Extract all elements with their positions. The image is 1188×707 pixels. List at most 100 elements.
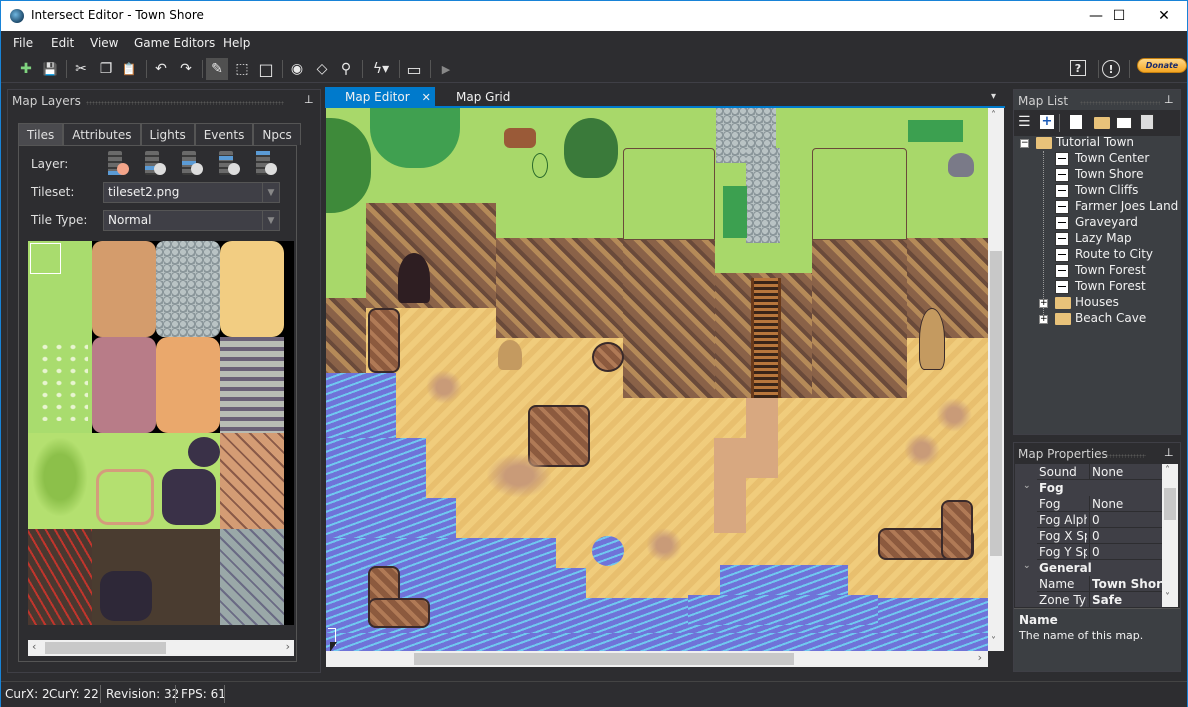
rectangle-tool-icon[interactable]: □ bbox=[255, 58, 277, 80]
new-map-icon[interactable]: ✚ bbox=[15, 58, 37, 80]
rename-icon[interactable] bbox=[1116, 117, 1132, 129]
tree-map-town-cliffs[interactable]: Town Cliffs bbox=[1075, 183, 1138, 199]
scroll-down-icon[interactable]: ˅ bbox=[1165, 592, 1170, 603]
pin-icon[interactable]: ⊥ bbox=[1164, 93, 1174, 106]
menu-view[interactable]: View bbox=[90, 36, 118, 50]
property-row-fog[interactable]: Fog None bbox=[1037, 496, 1162, 512]
screenshot-icon[interactable]: ▭ bbox=[403, 58, 425, 80]
property-category-fog[interactable]: ⌄ Fog bbox=[1015, 480, 1162, 496]
tab-tiles[interactable]: Tiles bbox=[18, 123, 64, 145]
map-canvas[interactable] bbox=[326, 108, 988, 651]
layer-button-fringe2[interactable] bbox=[253, 151, 279, 179]
property-row-fog-y-speed[interactable]: Fog Y Speed 0 bbox=[1037, 544, 1162, 560]
pen-tool-icon[interactable]: ✎ bbox=[206, 58, 228, 80]
collapse-icon[interactable]: − bbox=[1020, 139, 1029, 148]
play-icon[interactable]: ▶ bbox=[435, 58, 457, 80]
properties-vscrollbar[interactable]: ˄ ˅ bbox=[1162, 464, 1178, 607]
tile-brick[interactable] bbox=[220, 337, 284, 433]
menu-help[interactable]: Help bbox=[223, 36, 250, 50]
scroll-left-icon[interactable]: ‹ bbox=[32, 640, 36, 653]
eraser-tool-icon[interactable]: ◇ bbox=[311, 58, 333, 80]
property-row-fog-alpha[interactable]: Fog Alpha 0 bbox=[1037, 512, 1162, 528]
tab-map-grid[interactable]: Map Grid bbox=[436, 87, 526, 107]
layer-button-ground[interactable] bbox=[105, 151, 131, 179]
tile-grass-ring[interactable] bbox=[96, 469, 154, 525]
tileset-hscrollbar[interactable]: ‹ › bbox=[28, 640, 294, 656]
eyedropper-tool-icon[interactable]: ⚲ bbox=[335, 58, 357, 80]
tile-flowers[interactable] bbox=[38, 341, 88, 421]
folder-icon[interactable] bbox=[1094, 117, 1110, 129]
menu-game-editors[interactable]: Game Editors bbox=[134, 36, 215, 50]
selection-tool-icon[interactable]: ⬚ bbox=[231, 58, 253, 80]
scroll-thumb[interactable] bbox=[990, 251, 1002, 556]
tile-lava[interactable] bbox=[28, 529, 92, 625]
property-value[interactable]: None bbox=[1089, 496, 1162, 511]
tree-map-route-to-city[interactable]: Route to City bbox=[1075, 247, 1153, 263]
redo-icon[interactable]: ↷ bbox=[175, 58, 197, 80]
scroll-up-icon[interactable]: ˄ bbox=[991, 110, 996, 121]
tile-hole-small[interactable] bbox=[188, 437, 220, 467]
menu-file[interactable]: File bbox=[13, 36, 33, 50]
tab-events[interactable]: Events bbox=[194, 123, 254, 145]
expand-icon[interactable]: + bbox=[1039, 299, 1048, 308]
tile-cobble[interactable] bbox=[220, 433, 284, 529]
save-icon[interactable]: 💾 bbox=[39, 58, 61, 80]
tree-map-town-center[interactable]: Town Center bbox=[1075, 151, 1149, 167]
tile-type-select[interactable]: Normal ▼ bbox=[103, 210, 280, 231]
scroll-thumb[interactable] bbox=[1164, 488, 1176, 520]
tile-grey-cobble[interactable] bbox=[220, 529, 284, 625]
scroll-thumb[interactable] bbox=[45, 642, 166, 654]
property-value[interactable]: None bbox=[1089, 464, 1162, 479]
property-value[interactable]: Town Shore bbox=[1089, 576, 1162, 591]
property-value[interactable]: Safe bbox=[1089, 592, 1162, 607]
tree-map-town-forest-2[interactable]: Town Forest bbox=[1075, 279, 1146, 295]
tree-folder-tutorial-town[interactable]: Tutorial Town bbox=[1056, 135, 1134, 151]
donate-button[interactable]: Donate bbox=[1137, 58, 1187, 73]
tree-map-lazy-map[interactable]: Lazy Map bbox=[1075, 231, 1132, 247]
scroll-right-icon[interactable]: › bbox=[286, 640, 290, 653]
paste-icon[interactable]: 📋 bbox=[118, 58, 140, 80]
tile-pink-dirt[interactable] bbox=[92, 337, 156, 433]
pin-icon[interactable]: ⊥ bbox=[304, 93, 314, 106]
scroll-up-icon[interactable]: ˄ bbox=[1165, 465, 1170, 476]
tile-dirt[interactable] bbox=[92, 241, 156, 337]
property-row-fog-x-speed[interactable]: Fog X Speed 0 bbox=[1037, 528, 1162, 544]
new-map-icon[interactable] bbox=[1070, 115, 1082, 129]
scroll-thumb[interactable] bbox=[414, 653, 794, 665]
layer-button-fringe[interactable] bbox=[216, 151, 242, 179]
tab-overflow-icon[interactable]: ▾ bbox=[991, 91, 996, 102]
undo-icon[interactable]: ↶ bbox=[150, 58, 172, 80]
property-value[interactable]: 0 bbox=[1089, 528, 1162, 543]
property-value[interactable]: 0 bbox=[1089, 512, 1162, 527]
tileset-select[interactable]: tileset2.png ▼ bbox=[103, 182, 280, 203]
property-category-general[interactable]: ⌄ General bbox=[1015, 560, 1162, 576]
tile-orange-sand[interactable] bbox=[156, 337, 220, 433]
tab-npcs[interactable]: Npcs bbox=[253, 123, 301, 145]
tileset-palette[interactable] bbox=[28, 241, 294, 625]
tab-map-editor[interactable]: Map Editor ✕ bbox=[325, 87, 435, 107]
maximize-button[interactable]: ☐ bbox=[1096, 1, 1142, 31]
delete-icon[interactable] bbox=[1140, 114, 1154, 130]
property-row-name[interactable]: Name Town Shore bbox=[1037, 576, 1162, 592]
tree-folder-beach-cave[interactable]: Beach Cave bbox=[1075, 311, 1146, 327]
tab-attributes[interactable]: Attributes bbox=[63, 123, 141, 145]
scroll-right-icon[interactable]: › bbox=[978, 651, 982, 664]
tree-folder-houses[interactable]: Houses bbox=[1075, 295, 1119, 311]
lightning-dropdown-icon[interactable]: ϟ▾ bbox=[367, 58, 395, 80]
layer-button-mask2[interactable] bbox=[179, 151, 205, 179]
tree-map-farmer-joes-land[interactable]: Farmer Joes Land bbox=[1075, 199, 1178, 215]
close-tab-icon[interactable]: ✕ bbox=[422, 91, 431, 104]
tile-sand[interactable] bbox=[220, 241, 284, 337]
layer-button-mask[interactable] bbox=[142, 151, 168, 179]
tree-map-town-shore[interactable]: Town Shore bbox=[1075, 167, 1143, 183]
scroll-down-icon[interactable]: ˅ bbox=[991, 636, 996, 647]
cut-icon[interactable]: ✂ bbox=[70, 58, 92, 80]
tile-dark-hole[interactable] bbox=[100, 571, 152, 621]
property-row-sound[interactable]: Sound None bbox=[1037, 464, 1162, 480]
report-bug-icon[interactable]: ! bbox=[1102, 60, 1120, 78]
tree-map-graveyard[interactable]: Graveyard bbox=[1075, 215, 1138, 231]
fill-tool-icon[interactable]: ◉ bbox=[286, 58, 308, 80]
tile-hole[interactable] bbox=[162, 469, 216, 525]
help-icon[interactable]: ? bbox=[1070, 60, 1086, 76]
expand-icon[interactable]: + bbox=[1039, 315, 1048, 324]
